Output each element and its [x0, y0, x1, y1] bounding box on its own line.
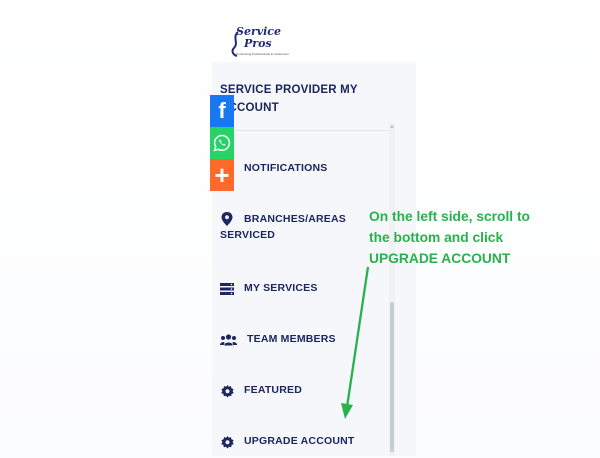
logo-tagline: Connecting Professionals to Customers — [236, 52, 289, 56]
social-share-bar: f + — [210, 95, 234, 191]
users-icon — [220, 333, 237, 347]
annotation-arrow-icon — [341, 266, 370, 419]
facebook-icon: f — [218, 98, 226, 123]
annotation-line-2: the bottom and click — [369, 230, 504, 245]
menu-scrollbar[interactable]: ▲ — [389, 122, 395, 456]
whatsapp-icon — [213, 134, 231, 152]
menu-item-notifications[interactable]: NOTIFICATIONS — [220, 162, 327, 176]
more-share-button[interactable]: + — [210, 159, 234, 191]
annotation-line-1: On the left side, scroll to — [369, 209, 530, 224]
annotation-line-3: UPGRADE ACCOUNT — [369, 251, 511, 266]
service-pros-logo[interactable]: Service Pros Connecting Professionals to… — [222, 17, 289, 57]
plus-icon: + — [214, 160, 230, 190]
menu-item-upgrade-account[interactable]: UPGRADE ACCOUNT — [220, 435, 355, 449]
gear-icon — [220, 435, 234, 449]
menu-item-my-services[interactable]: MY SERVICES — [220, 282, 318, 296]
menu-item-label-line-2: SERVICED — [220, 229, 276, 241]
facebook-share-button[interactable]: f — [210, 95, 234, 127]
scroll-thumb[interactable] — [390, 302, 394, 452]
gear-icon — [220, 384, 234, 398]
map-pin-icon — [220, 212, 234, 226]
menu-item-branches-areas-serviced[interactable]: BRANCHES/AREAS SERVICED — [220, 212, 390, 246]
logo-text-pros: Pros — [244, 37, 272, 50]
menu-item-team-members[interactable]: TEAM MEMBERS — [220, 333, 336, 347]
server-list-icon — [220, 282, 234, 296]
whatsapp-share-button[interactable] — [210, 127, 234, 159]
menu-item-label: TEAM MEMBERS — [247, 333, 336, 345]
menu-item-featured[interactable]: FEATURED — [220, 384, 302, 398]
menu-header: SERVICE PROVIDER MY ACCOUNT — [212, 62, 390, 131]
menu-item-label: FEATURED — [244, 384, 302, 396]
menu-item-label: UPGRADE ACCOUNT — [244, 435, 355, 447]
menu-title-line-1: SERVICE PROVIDER MY — [220, 84, 358, 96]
menu-item-label: NOTIFICATIONS — [244, 162, 328, 174]
menu-item-label: MY SERVICES — [244, 282, 318, 294]
menu-item-label-line-1: BRANCHES/AREAS — [244, 213, 346, 225]
screenshot-stage: Service Pros Connecting Professionals to… — [0, 0, 600, 458]
instruction-annotation: On the left side, scroll to the bottom a… — [369, 206, 569, 269]
scroll-up-icon[interactable]: ▲ — [389, 124, 395, 130]
logo-header: Service Pros Connecting Professionals to… — [212, 10, 416, 60]
